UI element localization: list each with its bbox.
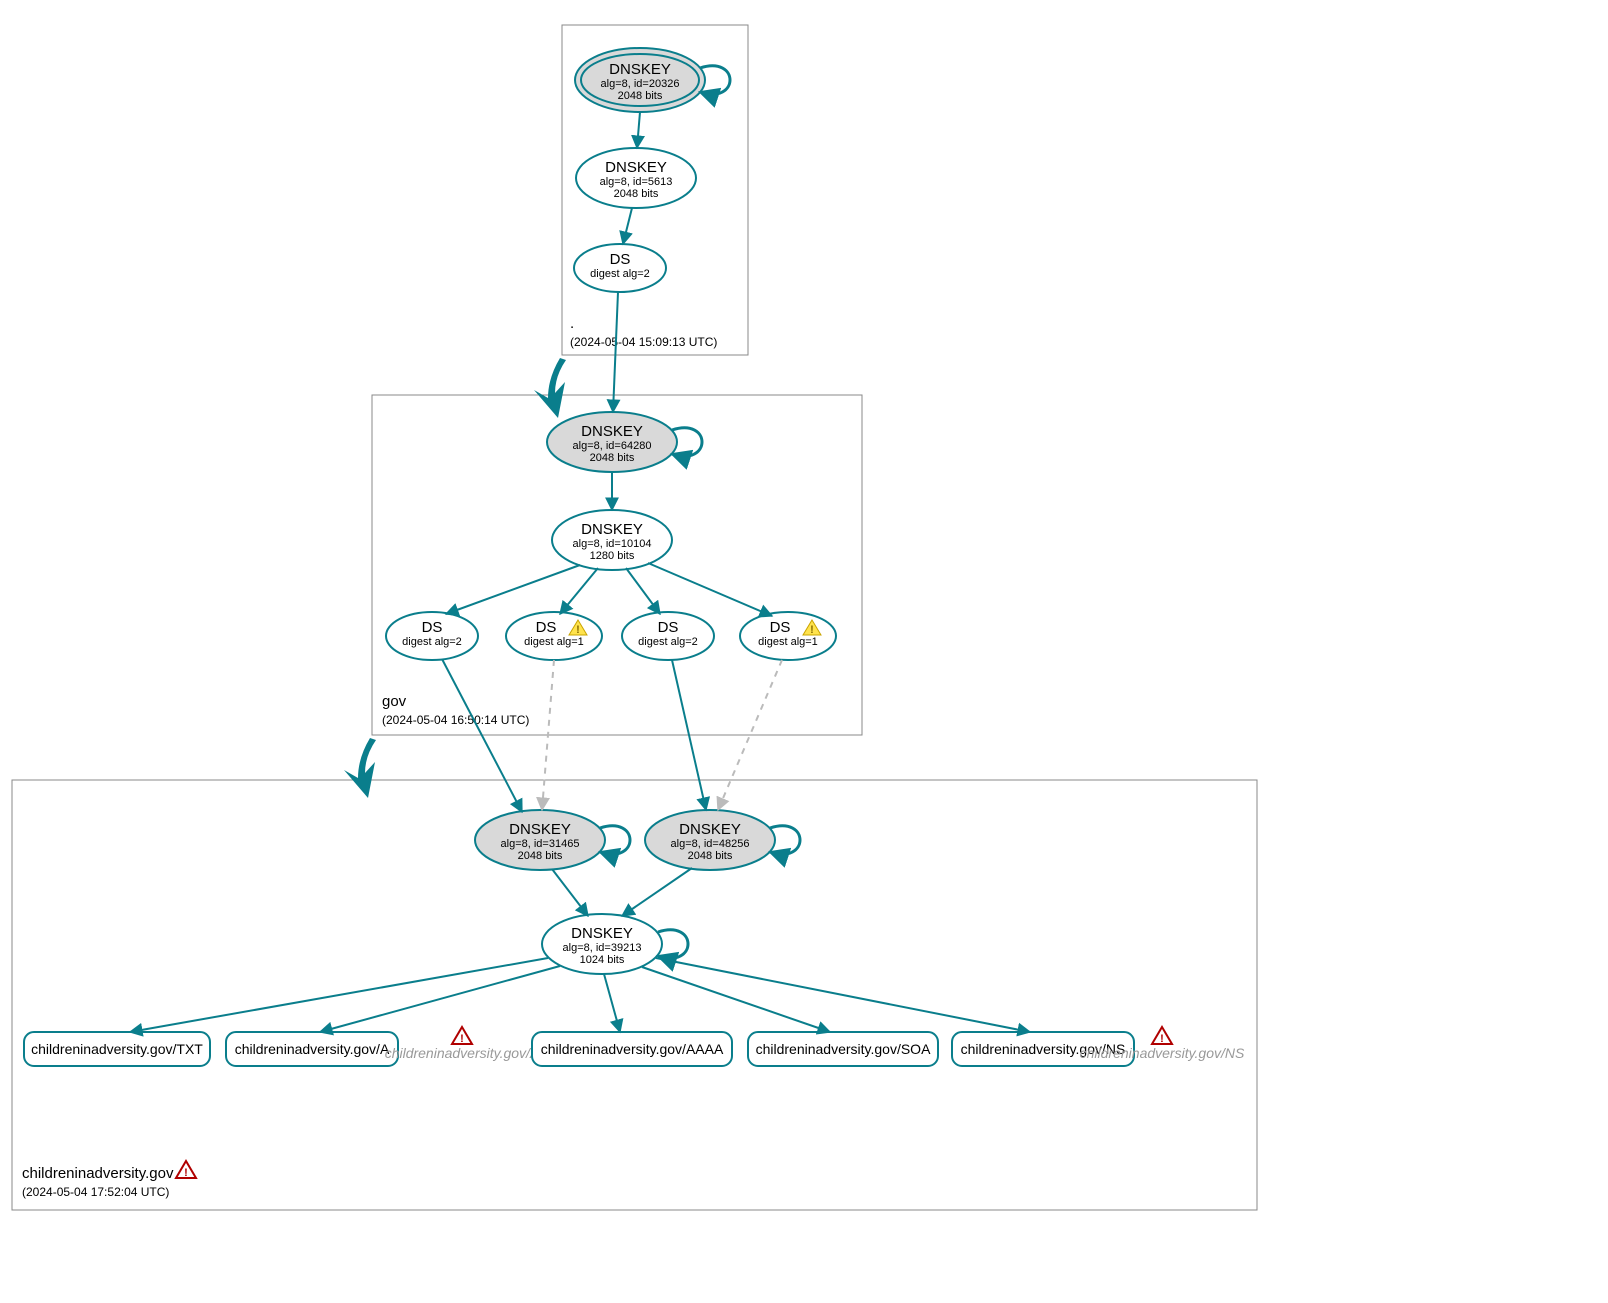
zone-time-gov: (2024-05-04 16:50:14 UTC) — [382, 713, 529, 727]
svg-text:DNSKEY: DNSKEY — [609, 61, 671, 78]
node-root-zsk: DNSKEY alg=8, id=5613 2048 bits — [576, 148, 696, 208]
rrset-a: childreninadversity.gov/A — [226, 1032, 398, 1066]
svg-text:alg=8, id=20326: alg=8, id=20326 — [601, 78, 680, 90]
node-root-ds: DS digest alg=2 — [574, 244, 666, 292]
dnssec-graph: . (2024-05-04 15:09:13 UTC) gov (2024-05… — [0, 0, 1608, 1303]
edge — [656, 958, 1030, 1032]
node-dom-ksk2: DNSKEY alg=8, id=48256 2048 bits — [645, 810, 800, 870]
rrset-aaaa: childreninadversity.gov/AAAA — [532, 1032, 732, 1066]
svg-text:!: ! — [184, 1167, 188, 1179]
edge — [560, 568, 598, 614]
node-gov-ksk: DNSKEY alg=8, id=64280 2048 bits — [547, 412, 702, 472]
edge — [626, 568, 660, 614]
rrset-soa: childreninadversity.gov/SOA — [748, 1032, 938, 1066]
edge — [552, 869, 588, 916]
svg-text:1024 bits: 1024 bits — [580, 954, 625, 966]
svg-text:2048 bits: 2048 bits — [688, 850, 733, 862]
node-gov-ds1: DS digest alg=2 — [386, 612, 478, 660]
node-root-ksk: DNSKEY alg=8, id=20326 2048 bits — [575, 48, 730, 112]
edge — [642, 967, 830, 1032]
zone-label-root: . — [570, 315, 574, 332]
svg-text:alg=8, id=39213: alg=8, id=39213 — [563, 942, 642, 954]
svg-text:DS: DS — [610, 251, 631, 268]
svg-text:DNSKEY: DNSKEY — [581, 521, 643, 538]
svg-text:2048 bits: 2048 bits — [614, 188, 659, 200]
svg-text:DNSKEY: DNSKEY — [571, 925, 633, 942]
svg-text:childreninadversity.gov/NS: childreninadversity.gov/NS — [1080, 1045, 1245, 1061]
svg-text:DS: DS — [422, 619, 443, 636]
node-gov-ds3: DS digest alg=2 — [622, 612, 714, 660]
edge — [623, 208, 632, 244]
svg-text:!: ! — [1160, 1033, 1164, 1045]
svg-text:1280 bits: 1280 bits — [590, 550, 635, 562]
error-icon: ! — [452, 1027, 472, 1045]
svg-text:alg=8, id=48256: alg=8, id=48256 — [671, 838, 750, 850]
svg-text:childreninadversity.gov/A: childreninadversity.gov/A — [235, 1041, 390, 1057]
svg-text:DNSKEY: DNSKEY — [581, 423, 643, 440]
svg-text:alg=8, id=10104: alg=8, id=10104 — [573, 538, 652, 550]
svg-text:digest alg=2: digest alg=2 — [402, 636, 462, 648]
edge — [637, 112, 640, 148]
edge — [613, 292, 618, 412]
svg-text:DS: DS — [658, 619, 679, 636]
zone-arrow — [534, 358, 566, 418]
node-gov-ds2: DS digest alg=1 ! — [506, 612, 602, 660]
svg-text:2048 bits: 2048 bits — [618, 90, 663, 102]
svg-text:alg=8, id=31465: alg=8, id=31465 — [501, 838, 580, 850]
zone-time-domain: (2024-05-04 17:52:04 UTC) — [22, 1185, 169, 1199]
edge — [130, 958, 548, 1032]
zone-arrow — [344, 738, 376, 798]
zone-label-gov: gov — [382, 693, 407, 710]
svg-text:DS: DS — [770, 619, 791, 636]
svg-text:!: ! — [460, 1033, 464, 1045]
svg-text:childreninadversity.gov/AAAA: childreninadversity.gov/AAAA — [541, 1041, 724, 1057]
svg-text:childreninadversity.gov/TXT: childreninadversity.gov/TXT — [31, 1041, 203, 1057]
svg-text:DS: DS — [536, 619, 557, 636]
svg-text:childreninadversity.gov/SOA: childreninadversity.gov/SOA — [756, 1041, 931, 1057]
svg-text:childreninadversity.gov/A: childreninadversity.gov/A — [385, 1045, 540, 1061]
error-icon: ! — [176, 1161, 196, 1179]
svg-text:DNSKEY: DNSKEY — [509, 821, 571, 838]
zone-time-root: (2024-05-04 15:09:13 UTC) — [570, 335, 717, 349]
rrset-txt: childreninadversity.gov/TXT — [24, 1032, 210, 1066]
svg-text:digest alg=1: digest alg=1 — [524, 636, 584, 648]
zone-box-domain — [12, 780, 1257, 1210]
edge — [604, 974, 620, 1032]
edge — [320, 966, 560, 1032]
node-gov-zsk: DNSKEY alg=8, id=10104 1280 bits — [552, 510, 672, 570]
node-gov-ds4: DS digest alg=1 ! — [740, 612, 836, 660]
node-dom-zsk: DNSKEY alg=8, id=39213 1024 bits — [542, 914, 688, 974]
svg-text:!: ! — [576, 624, 580, 636]
svg-text:digest alg=2: digest alg=2 — [638, 636, 698, 648]
edge — [622, 868, 692, 916]
svg-text:alg=8, id=64280: alg=8, id=64280 — [573, 440, 652, 452]
svg-text:alg=8, id=5613: alg=8, id=5613 — [600, 176, 673, 188]
edge — [446, 565, 580, 614]
svg-text:2048 bits: 2048 bits — [518, 850, 563, 862]
svg-text:2048 bits: 2048 bits — [590, 452, 635, 464]
zone-label-domain: childreninadversity.gov — [22, 1165, 174, 1182]
error-icon: ! — [1152, 1027, 1172, 1045]
svg-text:DNSKEY: DNSKEY — [605, 159, 667, 176]
svg-text:digest alg=2: digest alg=2 — [590, 268, 650, 280]
node-dom-ksk1: DNSKEY alg=8, id=31465 2048 bits — [475, 810, 630, 870]
rrset-a-error: ! childreninadversity.gov/A — [385, 1027, 540, 1061]
svg-text:DNSKEY: DNSKEY — [679, 821, 741, 838]
edge — [648, 563, 772, 616]
svg-text:digest alg=1: digest alg=1 — [758, 636, 818, 648]
svg-text:!: ! — [810, 624, 814, 636]
